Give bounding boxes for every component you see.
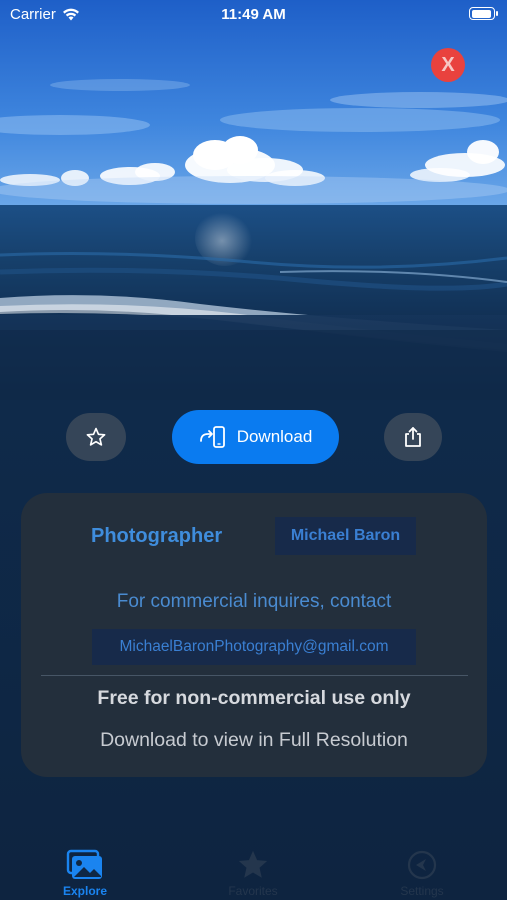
tab-explore-label: Explore xyxy=(62,884,107,898)
status-time: 11:49 AM xyxy=(221,6,286,23)
tab-explore[interactable]: Explore xyxy=(30,848,140,898)
tab-favorites-label: Favorites xyxy=(228,884,278,898)
resolution-text: Download to view in Full Resolution xyxy=(100,729,408,751)
photographer-name-link[interactable]: Michael Baron xyxy=(275,517,416,555)
tab-bar: Explore Favorites Settings xyxy=(0,838,507,900)
favorite-button[interactable] xyxy=(66,413,126,461)
divider xyxy=(41,675,468,676)
tab-settings[interactable]: Settings xyxy=(367,848,477,898)
star-outline-icon xyxy=(86,427,106,446)
close-button[interactable]: X xyxy=(431,48,465,82)
download-button[interactable]: Download xyxy=(172,410,339,464)
device-download-icon xyxy=(199,426,225,448)
photo-info-card: Photographer Michael Baron For commercia… xyxy=(21,493,487,777)
email-link[interactable]: MichaelBaronPhotography@gmail.com xyxy=(92,629,416,665)
download-label: Download xyxy=(236,427,313,446)
close-icon: X xyxy=(441,53,455,76)
status-bar: Carrier 11:49 AM xyxy=(0,0,507,30)
share-button[interactable] xyxy=(384,413,442,461)
tab-settings-label: Settings xyxy=(400,884,444,898)
tab-favorites[interactable]: Favorites xyxy=(198,848,308,898)
action-row: Download xyxy=(0,410,507,464)
license-text: Free for non-commercial use only xyxy=(97,687,411,709)
commercial-inquiry-text: For commercial inquires, contact xyxy=(116,591,392,612)
photos-icon xyxy=(66,849,102,879)
battery-icon xyxy=(469,7,498,20)
settings-icon xyxy=(407,850,437,880)
share-icon xyxy=(405,427,421,447)
photographer-label: Photographer xyxy=(91,525,223,547)
star-icon xyxy=(238,850,268,878)
app-screen: Carrier 11:49 AM X Download Photographer… xyxy=(0,0,507,900)
